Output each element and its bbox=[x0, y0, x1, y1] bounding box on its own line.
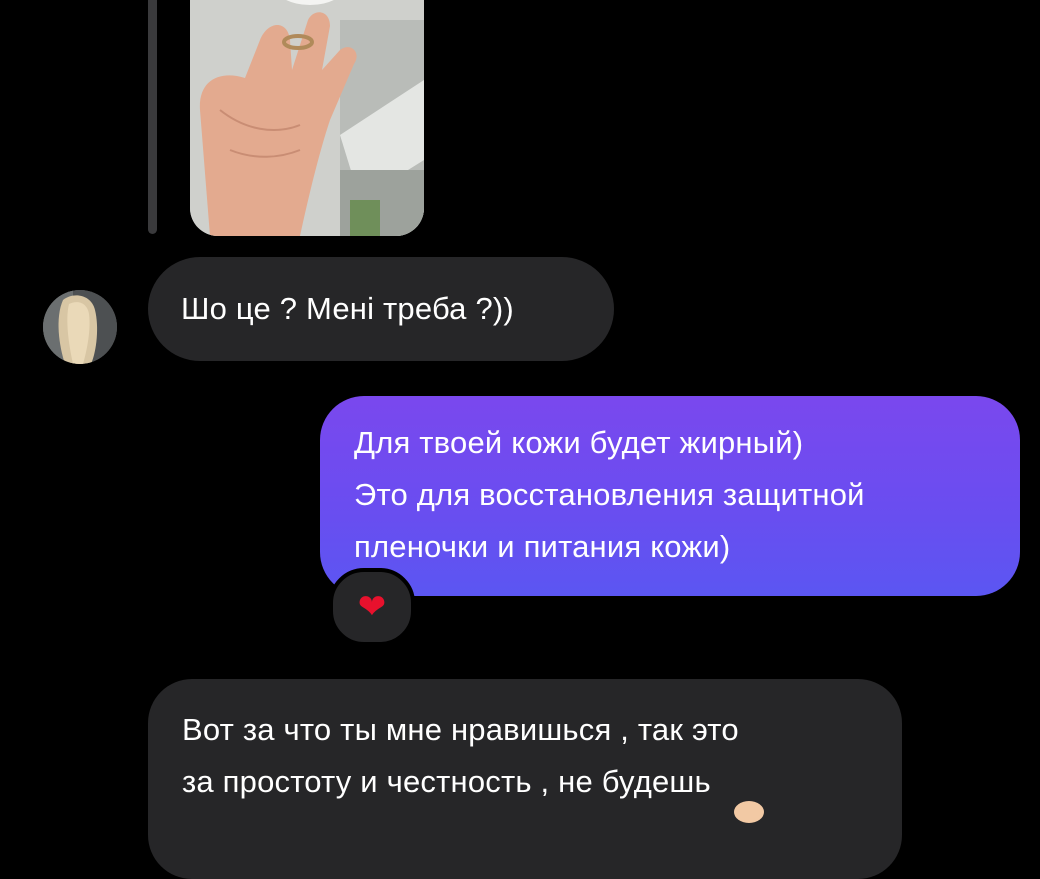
message-outgoing[interactable]: Для твоей кожи будет жирный) Это для вос… bbox=[320, 396, 1020, 596]
message-text-line: Для твоей кожи будет жирный) bbox=[354, 425, 804, 460]
heart-icon: ❤ bbox=[357, 587, 387, 627]
message-incoming[interactable]: Вот за что ты мне нравишься , так это за… bbox=[148, 679, 902, 879]
reply-thread-line bbox=[148, 0, 157, 234]
message-incoming[interactable]: Шо це ? Мені треба ?)) bbox=[148, 257, 614, 361]
message-text-line: Вот за что ты мне нравишься , так это bbox=[182, 712, 739, 747]
avatar-photo-icon bbox=[43, 290, 117, 364]
message-text-line: за простоту и честность , не будешь bbox=[182, 764, 711, 799]
photo-hand-holding-jar-icon bbox=[190, 0, 424, 236]
shared-photo[interactable] bbox=[190, 0, 424, 236]
message-text-line: Шо це ? Мені треба ?)) bbox=[181, 291, 514, 326]
reaction-badge[interactable]: ❤ bbox=[329, 568, 415, 646]
emoji-partial-icon bbox=[734, 801, 764, 823]
message-text-line: Это для восстановления защитной bbox=[354, 477, 865, 512]
contact-avatar[interactable] bbox=[43, 290, 117, 364]
message-text-line: пленочки и питания кожи) bbox=[354, 529, 731, 564]
